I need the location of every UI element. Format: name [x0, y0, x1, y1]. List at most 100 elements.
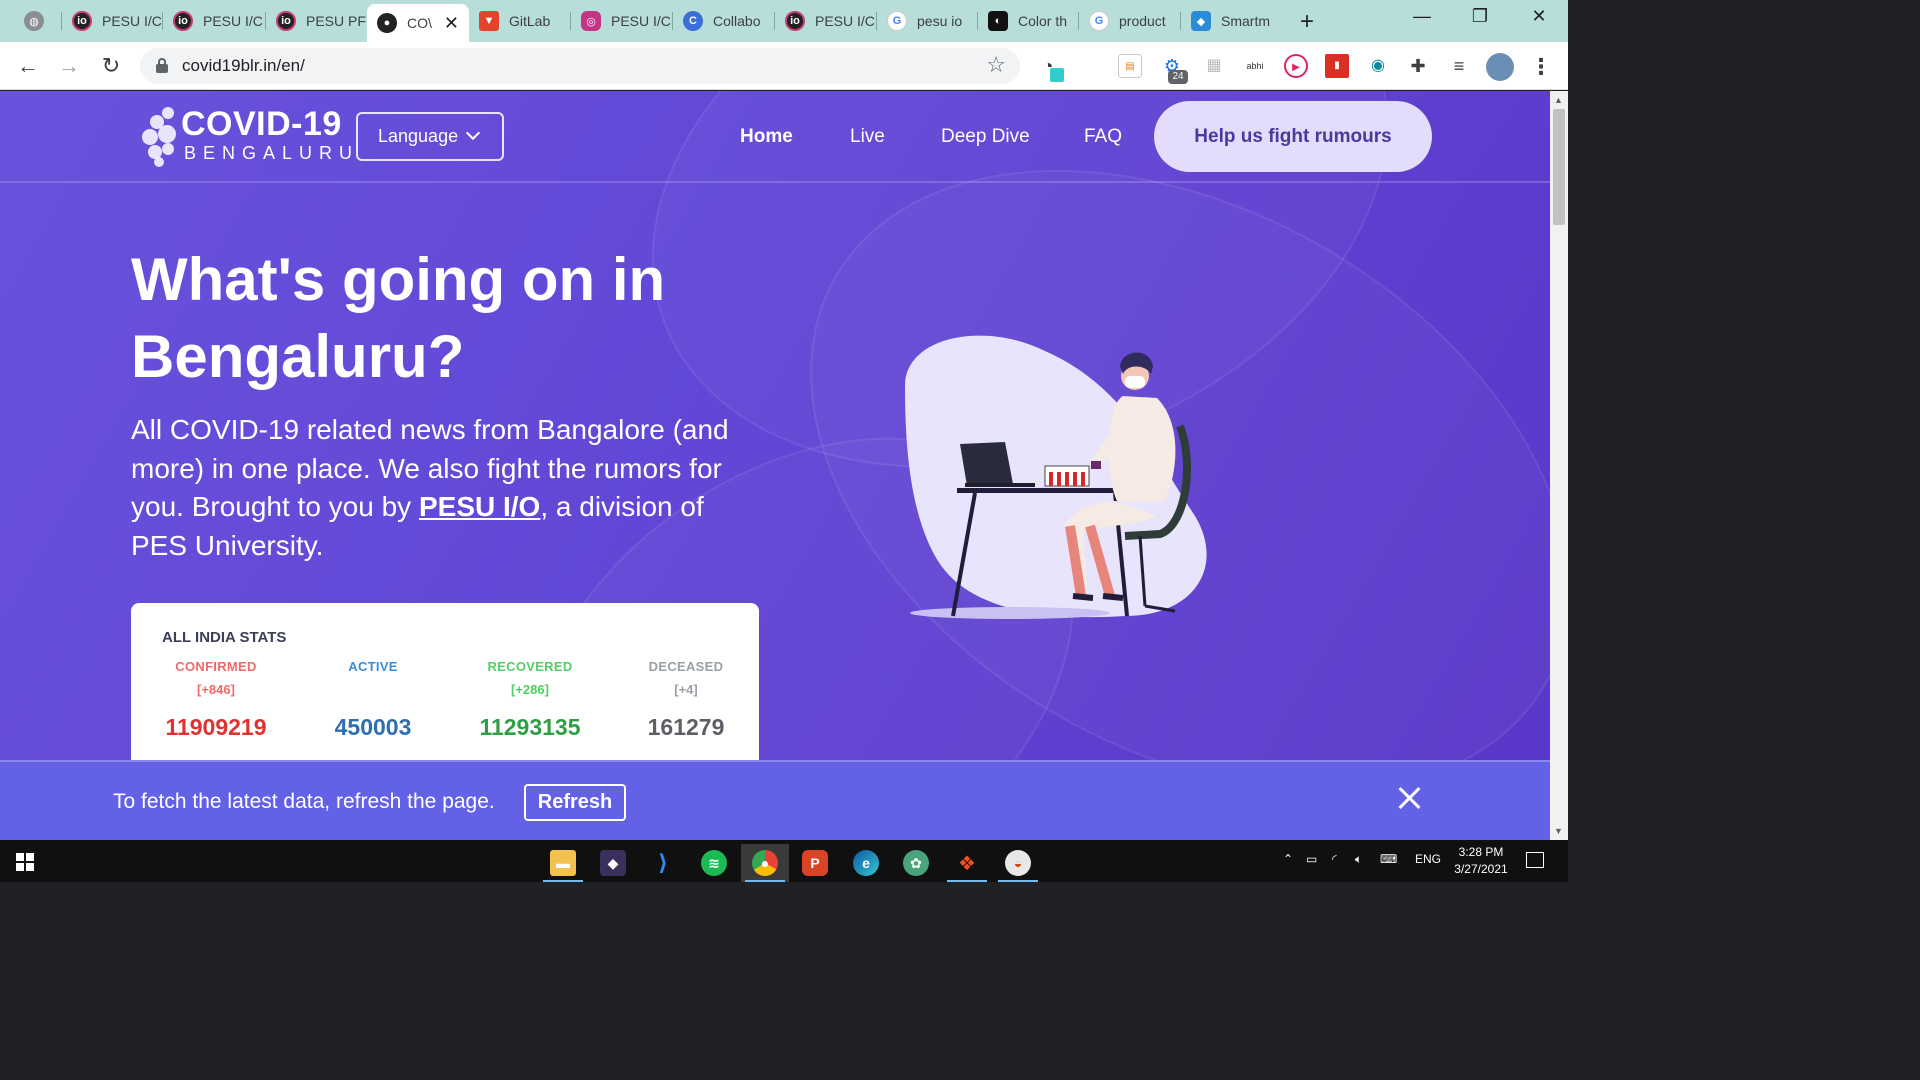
- recorder-icon: ◆: [600, 850, 626, 876]
- profile-avatar[interactable]: [1486, 53, 1514, 81]
- grid-extension-icon[interactable]: ▦: [1202, 54, 1226, 78]
- reload-icon[interactable]: ↻: [97, 52, 125, 80]
- puzzle-extensions-icon[interactable]: ✚: [1406, 54, 1430, 78]
- nav-home[interactable]: Home: [740, 126, 793, 148]
- window-close-icon[interactable]: ✕: [1519, 6, 1559, 27]
- tab-title: PESU PF: [306, 13, 366, 29]
- taskbar-edge[interactable]: e: [842, 844, 890, 882]
- globe-icon: ◍: [24, 11, 44, 31]
- address-bar[interactable]: covid19blr.in/en/ ☆: [140, 48, 1020, 84]
- taskbar-figma[interactable]: ❖: [943, 844, 991, 882]
- abhi-extension-icon[interactable]: abhi: [1243, 54, 1267, 78]
- taskbar-chrome[interactable]: ●: [741, 844, 789, 882]
- more-menu-icon[interactable]: ⋮: [1530, 54, 1552, 80]
- taskbar-spotify[interactable]: ≋: [690, 844, 738, 882]
- media-queue-icon[interactable]: ≡: [1447, 54, 1471, 78]
- refresh-button[interactable]: Refresh: [524, 784, 626, 821]
- collab-icon: C: [683, 11, 703, 31]
- taskbar-file-explorer[interactable]: ▬: [539, 844, 587, 882]
- hero-lead-text: All COVID-19 related news from Bangalore…: [131, 411, 731, 565]
- karnataka-map-logo-icon[interactable]: [140, 107, 180, 167]
- stat-delta: [+286]: [511, 682, 549, 697]
- stat-delta: [298, 682, 448, 698]
- site-logo-title[interactable]: COVID-19: [181, 105, 342, 144]
- wifi-icon[interactable]: ◜: [1332, 852, 1337, 866]
- tab-title: Collabo: [713, 13, 761, 29]
- battery-icon[interactable]: ▭: [1306, 852, 1317, 866]
- forward-arrow-icon[interactable]: →: [55, 52, 83, 80]
- smartmockups-icon: ◆: [1191, 11, 1211, 31]
- tab-google-product[interactable]: G product: [1079, 4, 1181, 38]
- taskbar-screen-recorder[interactable]: ◆: [589, 844, 637, 882]
- back-arrow-icon[interactable]: ←: [14, 52, 42, 80]
- minimize-icon[interactable]: —: [1402, 6, 1442, 27]
- input-language[interactable]: ENG: [1415, 852, 1441, 866]
- close-icon[interactable]: [1396, 784, 1424, 812]
- url-text[interactable]: covid19blr.in/en/: [182, 56, 305, 76]
- bookmark-star-icon[interactable]: ☆: [986, 52, 1006, 78]
- pesu-io-link[interactable]: PESU I/O: [419, 491, 540, 522]
- windows-start-icon[interactable]: [16, 853, 34, 871]
- spotify-icon: ≋: [701, 850, 727, 876]
- nav-live[interactable]: Live: [850, 126, 885, 148]
- headline-line-2: Bengaluru?: [131, 323, 465, 390]
- nav-faq[interactable]: FAQ: [1084, 126, 1122, 148]
- tab-collab[interactable]: C Collabo: [673, 4, 775, 38]
- windows-taskbar: ▬ ◆ ⟩ ≋ ● P e ✿ ❖ ◒ ⌃ ▭ ◜ 🔈︎ ⌨ ENG 3:28 …: [0, 840, 1568, 882]
- google-icon: G: [1089, 11, 1109, 31]
- scroll-up-arrow-icon[interactable]: ▲: [1554, 95, 1563, 105]
- stat-confirmed: CONFIRMED [+846] 11909219: [141, 659, 291, 741]
- site-logo-subtitle[interactable]: BENGALURU: [184, 143, 359, 164]
- stat-value: 161279: [647, 714, 725, 740]
- page-scrollbar[interactable]: ▲ ▼: [1550, 91, 1568, 840]
- tab-title: Color th: [1018, 13, 1068, 29]
- taskbar-vs-code[interactable]: ⟩: [639, 844, 687, 882]
- teal-extension-icon[interactable]: [1050, 68, 1064, 82]
- pesu-io-icon: io: [173, 11, 193, 31]
- tab-covid-active[interactable]: ● CO\ ✕: [367, 4, 469, 42]
- play-extension-icon[interactable]: ▶: [1284, 54, 1308, 78]
- restore-icon[interactable]: ❐: [1460, 6, 1500, 27]
- fight-rumours-button[interactable]: Help us fight rumours: [1154, 101, 1432, 172]
- tab-close-icon[interactable]: ✕: [438, 13, 459, 34]
- web-page: COVID-19 BENGALURU Language Home Live De…: [0, 91, 1550, 840]
- scrollbar-thumb[interactable]: [1553, 109, 1565, 225]
- tab-gitlab[interactable]: ▼ GitLab: [469, 4, 571, 38]
- system-clock[interactable]: 3:28 PM 3/27/2021: [1448, 844, 1514, 878]
- tab-pesu-io-2[interactable]: io PESU I/C: [163, 4, 266, 38]
- figma-icon: ❖: [958, 852, 976, 875]
- keyboard-icon[interactable]: ⌨: [1380, 852, 1397, 866]
- tab-pesu-io-3[interactable]: io PESU I/C: [775, 4, 877, 38]
- notification-center-icon[interactable]: [1526, 852, 1544, 868]
- tab-smartmockups[interactable]: ◆ Smartm: [1181, 4, 1283, 38]
- lock-icon[interactable]: [156, 58, 168, 73]
- tab-color-tool[interactable]: ◐ Color th: [978, 4, 1079, 38]
- nav-deep-dive[interactable]: Deep Dive: [941, 126, 1030, 148]
- scroll-down-arrow-icon[interactable]: ▼: [1554, 826, 1563, 836]
- tab-globe[interactable]: ◍: [14, 4, 62, 38]
- tab-title: PESU I/C: [203, 13, 263, 29]
- tab-pesu-pf[interactable]: io PESU PF: [266, 4, 367, 38]
- taskbar-paint[interactable]: ◒: [994, 844, 1042, 882]
- tab-pesu-io-1[interactable]: io PESU I/C: [62, 4, 163, 38]
- taskbar-chatgpt[interactable]: ✿: [892, 844, 940, 882]
- language-dropdown[interactable]: Language: [356, 112, 504, 161]
- pesu-io-icon: io: [785, 11, 805, 31]
- covid-site-icon: ●: [377, 13, 397, 33]
- tab-title: Smartm: [1221, 13, 1270, 29]
- tab-instagram[interactable]: ◎ PESU I/C: [571, 4, 673, 38]
- gitlab-icon: ▼: [479, 11, 499, 31]
- circle-extension-icon[interactable]: ◉: [1366, 54, 1390, 78]
- tray-chevron-up-icon[interactable]: ⌃: [1283, 852, 1293, 866]
- tab-title: CO\: [407, 15, 432, 31]
- stat-label: RECOVERED: [487, 659, 573, 674]
- taskbar-psiphon[interactable]: P: [791, 844, 839, 882]
- tab-google-pesu-io[interactable]: G pesu io: [877, 4, 978, 38]
- red-extension-icon[interactable]: ▮: [1325, 54, 1349, 78]
- notes-extension-icon[interactable]: ▤: [1118, 54, 1142, 78]
- new-tab-plus-icon[interactable]: +: [1300, 8, 1314, 36]
- volume-icon[interactable]: 🔈︎: [1355, 852, 1362, 867]
- stat-value: 11293135: [479, 714, 581, 740]
- psiphon-icon: P: [802, 850, 828, 876]
- tab-strip: ◍ io PESU I/C io PESU I/C io PESU PF ● C…: [0, 0, 1568, 42]
